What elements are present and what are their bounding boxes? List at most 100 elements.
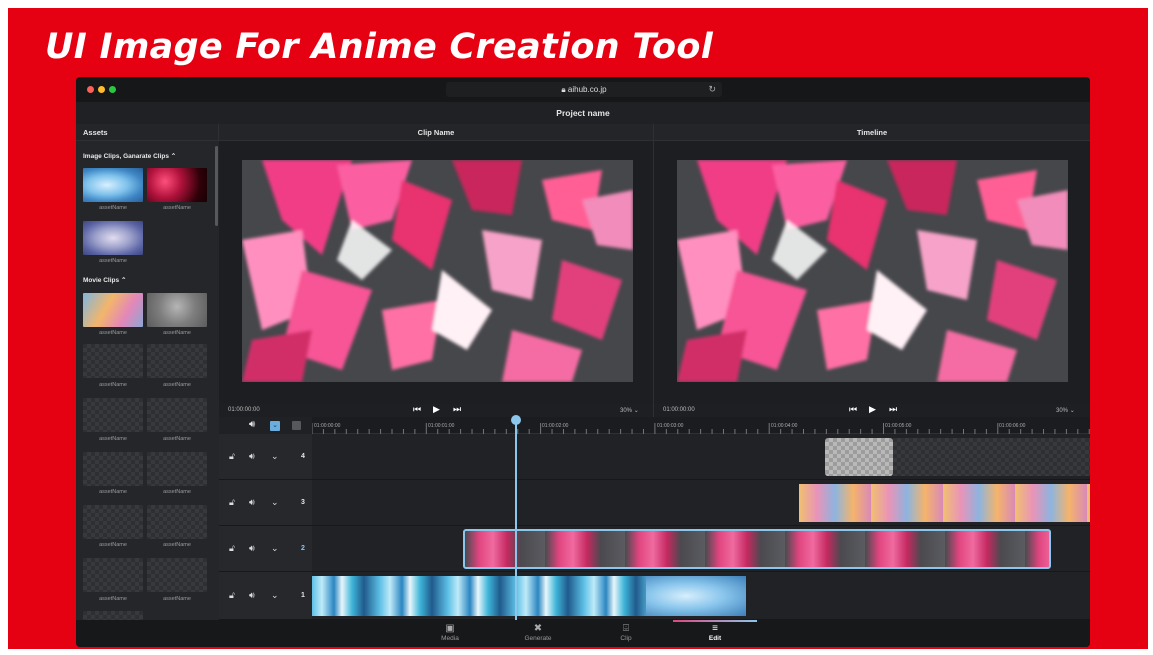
- image-clips-section[interactable]: Image Clips, Ganarate Clips ⌃: [83, 152, 176, 160]
- assets-scrollbar[interactable]: [215, 146, 218, 226]
- clip-icon: ⌹: [623, 623, 629, 634]
- reload-icon[interactable]: ↻: [708, 82, 716, 97]
- timeline-clip-empty[interactable]: [893, 438, 1090, 476]
- asset-thumbnail[interactable]: [147, 293, 207, 327]
- timeline-panel: 🔊︎ ⌄ 01:00:00:00 01:00:01:00 01:00:02:00…: [219, 417, 1090, 620]
- browser-titlebar: 🔒︎ aihub.co.jp ↻: [76, 77, 1090, 102]
- skip-forward-button[interactable]: ⏭︎: [453, 404, 461, 415]
- asset-thumbnail-empty[interactable]: [147, 452, 207, 486]
- asset-label: assetName: [163, 436, 191, 442]
- nav-media[interactable]: ▣ Media: [420, 623, 480, 642]
- timeline-clip-selected[interactable]: [463, 529, 1051, 569]
- asset-thumbnail-empty[interactable]: [83, 611, 143, 620]
- skip-back-button[interactable]: ⏮︎: [849, 404, 857, 415]
- skip-forward-button[interactable]: ⏭︎: [889, 404, 897, 415]
- chevron-down-icon[interactable]: ⌄: [271, 590, 279, 601]
- track-controls: 🔓︎ 🔊︎ ⌄ 2: [219, 526, 312, 571]
- asset-label: assetName: [99, 436, 127, 442]
- track-number: 3: [301, 499, 305, 506]
- timeline-ruler[interactable]: 01:00:00:00 01:00:01:00 01:00:02:00 01:0…: [312, 417, 1090, 434]
- timeline-clip[interactable]: [799, 484, 1090, 522]
- nav-generate[interactable]: ✖ Generate: [508, 623, 568, 642]
- asset-label: assetName: [99, 542, 127, 548]
- ruler-tick-label: 01:00:05:00: [885, 423, 912, 429]
- clip-zoom-select[interactable]: 30% ⌄: [620, 407, 639, 414]
- asset-label: assetName: [163, 205, 191, 211]
- track-row: 🔓︎ 🔊︎ ⌄ 1: [219, 572, 1090, 620]
- asset-label: assetName: [99, 382, 127, 388]
- asset-label: assetName: [163, 542, 191, 548]
- minimize-window-dot[interactable]: [98, 86, 105, 93]
- nav-clip[interactable]: ⌹ Clip: [596, 623, 656, 642]
- ruler-tick-label: 01:00:06:00: [999, 423, 1026, 429]
- chevron-down-icon[interactable]: ⌄: [271, 543, 279, 554]
- volume-icon[interactable]: 🔊︎: [249, 419, 255, 430]
- clip-viewer: [219, 141, 654, 404]
- chevron-up-icon[interactable]: ⌃: [121, 277, 126, 284]
- track-row: 🔓︎ 🔊︎ ⌄ 3: [219, 480, 1090, 526]
- app-window: 🔒︎ aihub.co.jp ↻ Project name Assets Cli…: [76, 77, 1090, 647]
- lock-icon: 🔒︎: [561, 85, 566, 94]
- asset-thumbnail-empty[interactable]: [83, 558, 143, 592]
- lock-icon[interactable]: 🔓︎: [229, 497, 235, 508]
- lock-icon[interactable]: 🔓︎: [229, 543, 235, 554]
- movie-clips-section[interactable]: Movie Clips ⌃: [83, 276, 126, 284]
- timeline-clip[interactable]: [312, 576, 646, 616]
- asset-thumbnail[interactable]: [83, 293, 143, 327]
- lock-icon[interactable]: 🔓︎: [229, 451, 235, 462]
- timeline-preview-image: [677, 160, 1068, 382]
- chevron-up-icon[interactable]: ⌃: [171, 153, 176, 160]
- volume-icon[interactable]: 🔊︎: [249, 543, 255, 554]
- play-button[interactable]: ▶︎: [869, 404, 876, 415]
- active-tab-indicator: [673, 620, 757, 622]
- url-text: aihub.co.jp: [567, 85, 607, 94]
- clip-controls: 01:00:00:00 ⏮︎ ▶︎ ⏭︎ 30% ⌄: [219, 404, 654, 417]
- playhead[interactable]: [515, 417, 517, 620]
- chevron-down-icon[interactable]: ⌄: [271, 497, 279, 508]
- asset-thumbnail-empty[interactable]: [83, 398, 143, 432]
- timeline-zoom-select[interactable]: 30% ⌄: [1056, 407, 1075, 414]
- timeline-controls: 01:00:00:00 ⏮︎ ▶︎ ⏭︎ 30% ⌄: [654, 404, 1090, 417]
- asset-label: assetName: [99, 205, 127, 211]
- chevron-down-icon[interactable]: ⌄: [271, 451, 279, 462]
- asset-thumbnail-empty[interactable]: [147, 558, 207, 592]
- play-button[interactable]: ▶︎: [433, 404, 440, 415]
- asset-thumbnail-empty[interactable]: [83, 344, 143, 378]
- skip-back-button[interactable]: ⏮︎: [413, 404, 421, 415]
- track-number: 4: [301, 453, 305, 460]
- track-controls: 🔓︎ 🔊︎ ⌄ 4: [219, 434, 312, 479]
- track-number: 1: [301, 592, 305, 599]
- assets-panel: Image Clips, Ganarate Clips ⌃ assetName …: [76, 141, 219, 620]
- timeline-clip[interactable]: [825, 438, 893, 476]
- asset-thumbnail-empty[interactable]: [83, 505, 143, 539]
- volume-icon[interactable]: 🔊︎: [249, 590, 255, 601]
- asset-thumbnail-empty[interactable]: [147, 505, 207, 539]
- track-controls: 🔓︎ 🔊︎ ⌄ 3: [219, 480, 312, 525]
- playhead-handle[interactable]: [511, 415, 521, 425]
- ruler-tick-label: 01:00:04:00: [771, 423, 798, 429]
- nav-edit[interactable]: ≡ Edit: [685, 623, 745, 642]
- asset-thumbnail[interactable]: [147, 168, 207, 202]
- asset-thumbnail-empty[interactable]: [147, 344, 207, 378]
- asset-thumbnail-empty[interactable]: [83, 452, 143, 486]
- edit-icon: ≡: [712, 623, 718, 634]
- clip-name-header: Clip Name: [219, 124, 654, 141]
- asset-label: assetName: [163, 489, 191, 495]
- url-bar[interactable]: 🔒︎ aihub.co.jp ↻: [446, 82, 722, 97]
- asset-thumbnail-empty[interactable]: [147, 398, 207, 432]
- collapse-all-checkbox[interactable]: [292, 421, 301, 430]
- timeline-clip[interactable]: [646, 576, 746, 616]
- generate-icon: ✖: [533, 623, 543, 634]
- close-window-dot[interactable]: [87, 86, 94, 93]
- expand-all-checkbox[interactable]: ⌄: [270, 421, 280, 431]
- timeline-header: Timeline: [654, 124, 1090, 141]
- ruler-tick-label: 01:00:03:00: [657, 423, 684, 429]
- maximize-window-dot[interactable]: [109, 86, 116, 93]
- asset-thumbnail[interactable]: [83, 168, 143, 202]
- asset-label: assetName: [99, 330, 127, 336]
- volume-icon[interactable]: 🔊︎: [249, 497, 255, 508]
- volume-icon[interactable]: 🔊︎: [249, 451, 255, 462]
- lock-icon[interactable]: 🔓︎: [229, 590, 235, 601]
- clip-preview-frame: [242, 160, 633, 382]
- asset-thumbnail[interactable]: [83, 221, 143, 255]
